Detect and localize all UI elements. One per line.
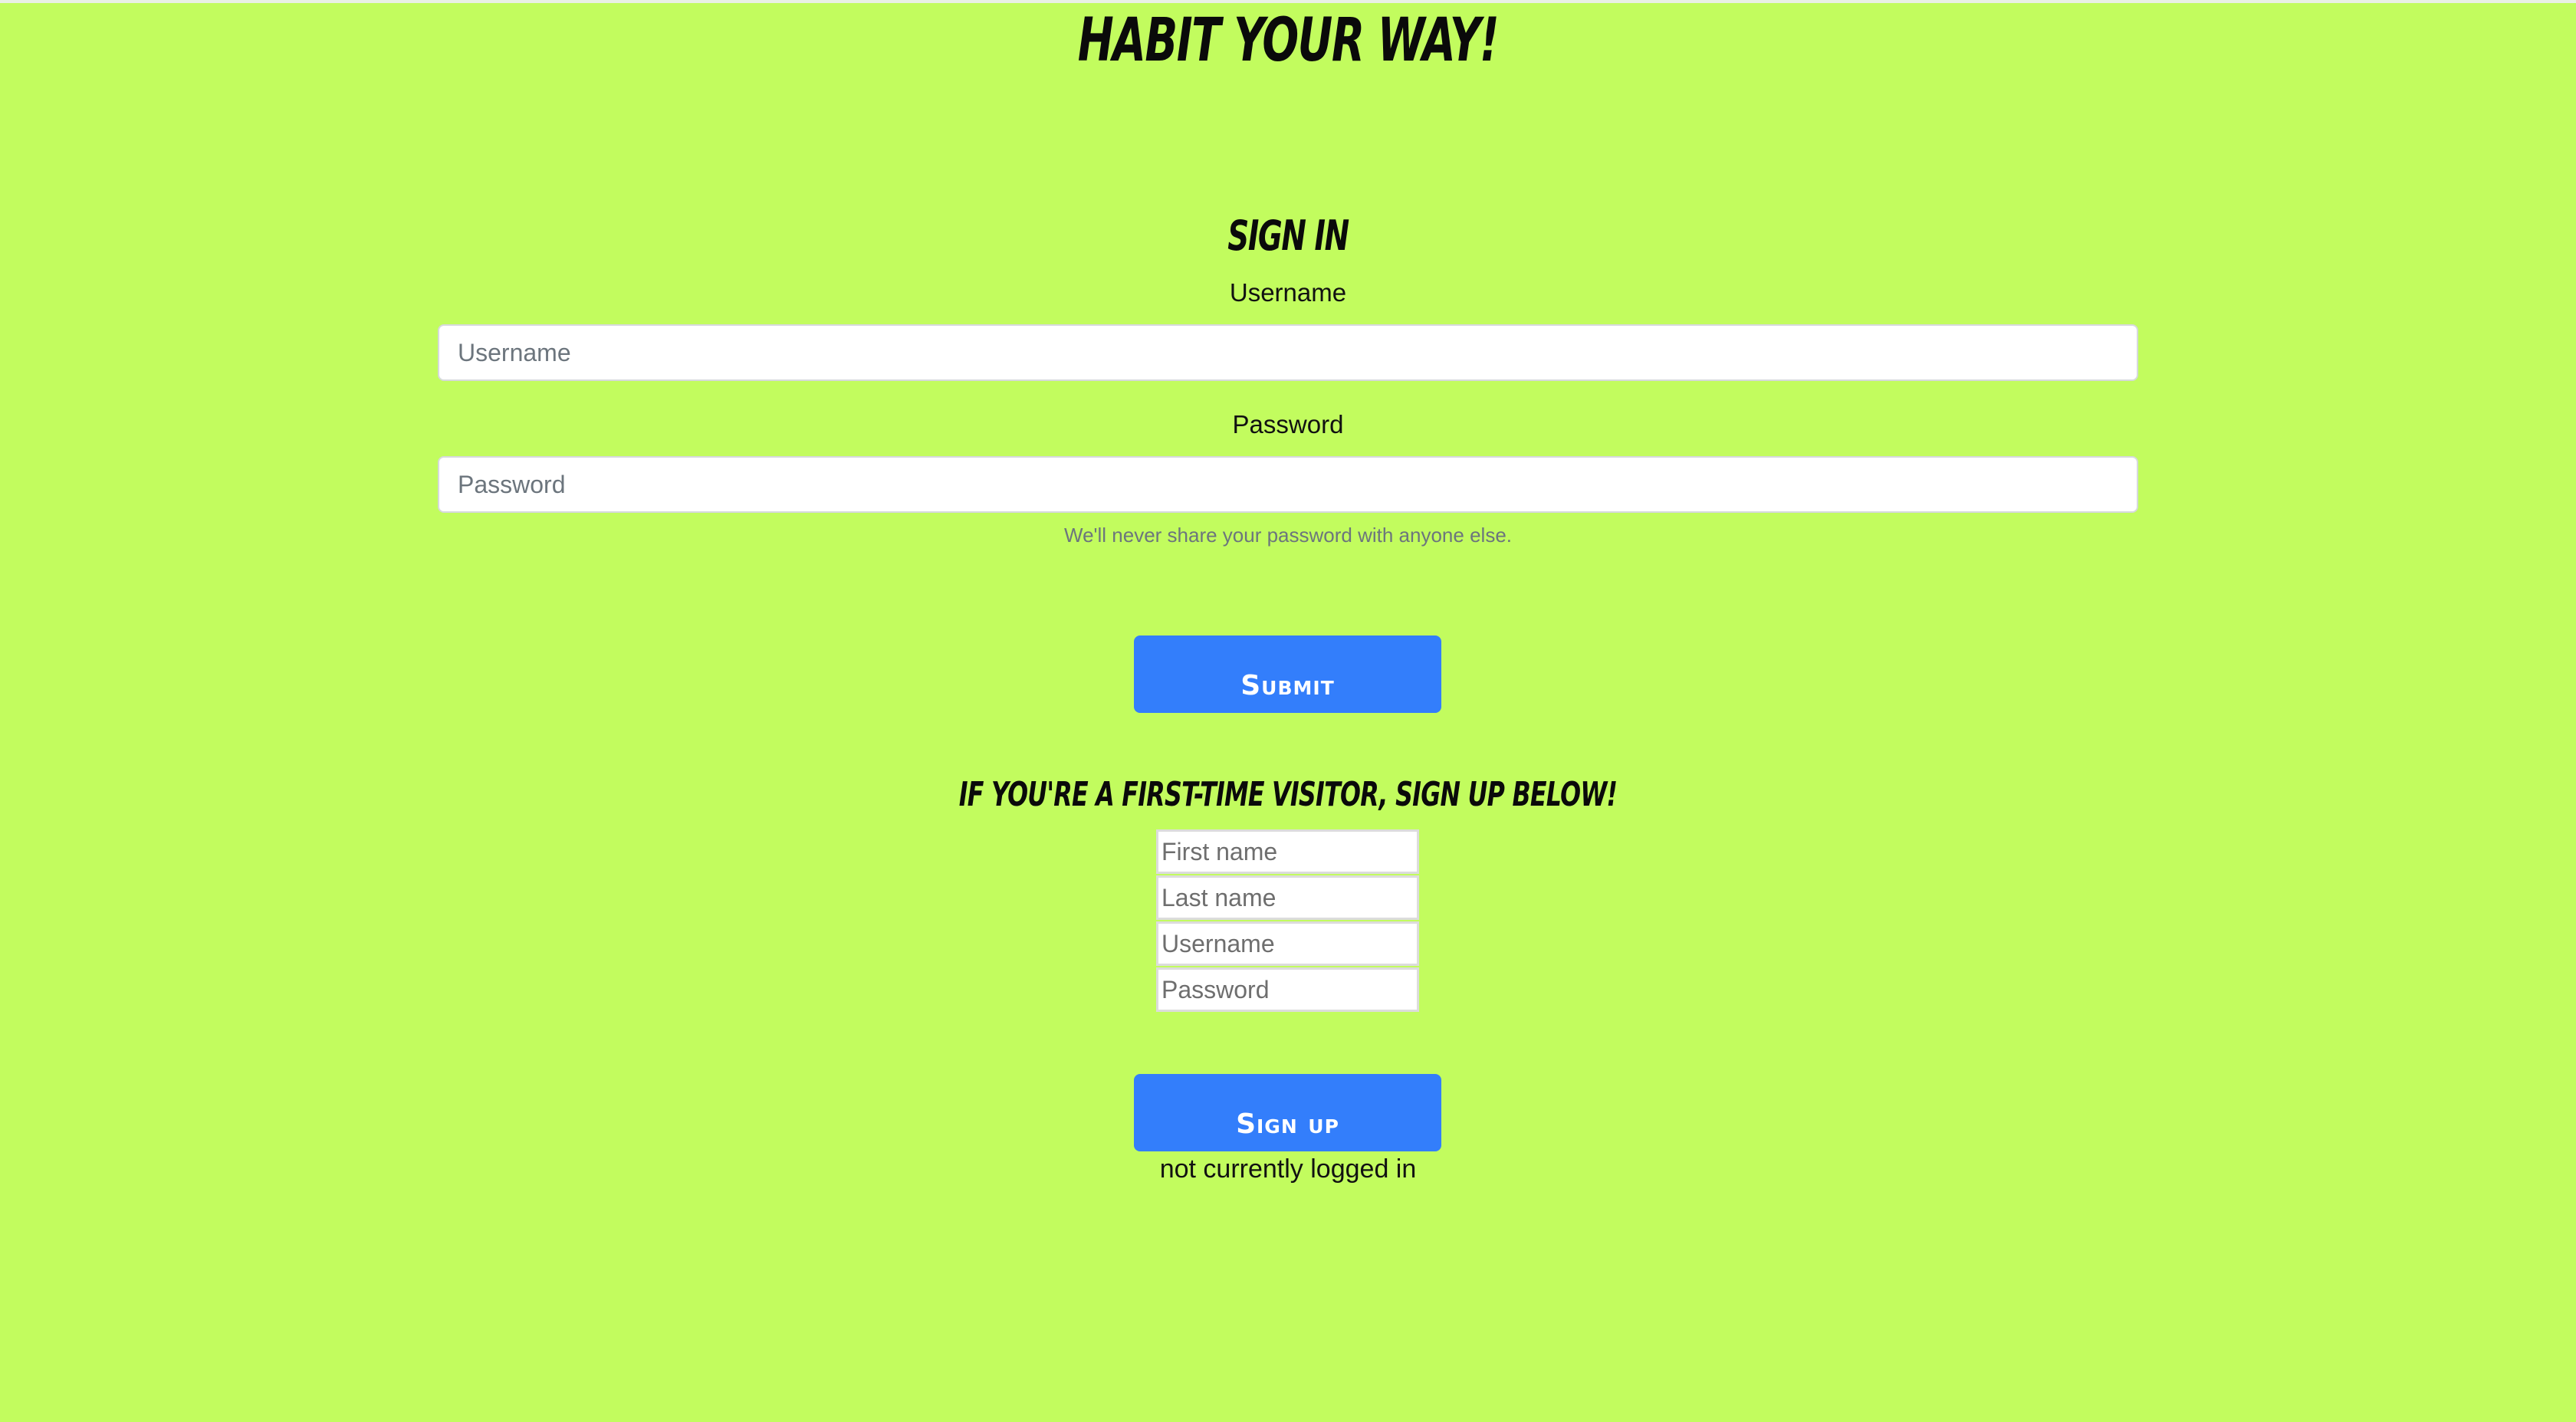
signup-button[interactable]: Sign up — [1134, 1074, 1441, 1151]
signin-username-input[interactable] — [438, 324, 2138, 381]
signup-last-name-input[interactable] — [1156, 875, 1419, 920]
submit-button[interactable]: Submit — [1134, 635, 1441, 713]
signup-username-input[interactable] — [1156, 921, 1419, 966]
password-help-text: We'll never share your password with any… — [1064, 524, 1512, 547]
login-status-text: not currently logged in — [1159, 1154, 1417, 1184]
signin-heading: SIGN IN — [1227, 212, 1349, 260]
signup-password-input[interactable] — [1156, 967, 1419, 1012]
app-title: HABIT YOUR WAY! — [1077, 6, 1500, 75]
username-label: Username — [1229, 278, 1347, 307]
signup-first-name-input[interactable] — [1156, 829, 1419, 874]
signin-password-input[interactable] — [438, 456, 2138, 513]
password-label: Password — [1232, 410, 1344, 438]
signup-heading: IF YOU'RE A FIRST-TIME VISITOR, SIGN UP … — [958, 775, 1618, 814]
